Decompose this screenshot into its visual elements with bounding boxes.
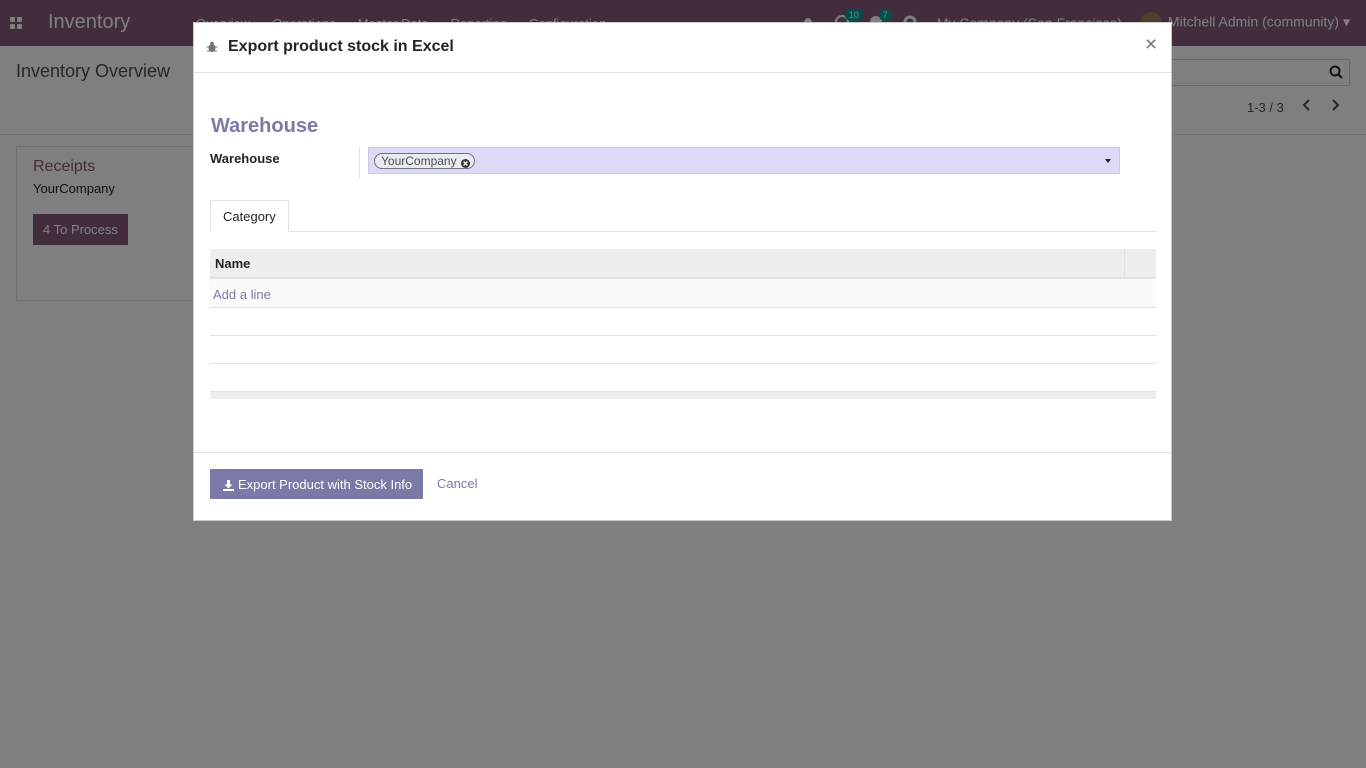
table-row — [210, 364, 1156, 392]
cancel-button[interactable]: Cancel — [437, 476, 477, 491]
export-stock-dialog: Export product stock in Excel × Warehous… — [193, 22, 1172, 521]
table-row — [210, 336, 1156, 364]
warehouse-field-label: Warehouse — [210, 151, 280, 166]
warehouse-many2many-input[interactable]: YourCompany — [368, 147, 1120, 174]
warehouse-tag-label: YourCompany — [381, 153, 457, 168]
export-product-button[interactable]: Export Product with Stock Info — [210, 469, 424, 499]
warehouse-tag: YourCompany — [374, 153, 475, 169]
close-button[interactable]: × — [1141, 33, 1161, 57]
warehouse-group-title: Warehouse — [211, 115, 319, 137]
tag-remove-icon[interactable] — [460, 157, 470, 168]
column-header-name[interactable]: Name — [215, 256, 250, 271]
field-divider — [359, 147, 360, 179]
modal-footer: Export Product with Stock Info Cancel — [194, 452, 1171, 521]
download-icon — [223, 479, 234, 491]
table-header: Name — [210, 249, 1156, 279]
bug-icon — [206, 41, 218, 53]
export-button-label: Export Product with Stock Info — [238, 476, 413, 492]
modal-title: Export product stock in Excel — [228, 38, 454, 55]
category-table: Name Add a line — [210, 249, 1156, 399]
table-row — [210, 308, 1156, 336]
dropdown-caret-icon[interactable] — [1105, 159, 1111, 163]
add-line-row: Add a line — [210, 279, 1156, 308]
tab-bar — [210, 231, 1156, 232]
add-line-link[interactable]: Add a line — [213, 287, 271, 302]
tab-category[interactable]: Category — [210, 200, 289, 232]
modal-header: Export product stock in Excel × — [194, 23, 1171, 73]
table-footer — [210, 392, 1156, 399]
column-header-actions — [1124, 249, 1156, 277]
